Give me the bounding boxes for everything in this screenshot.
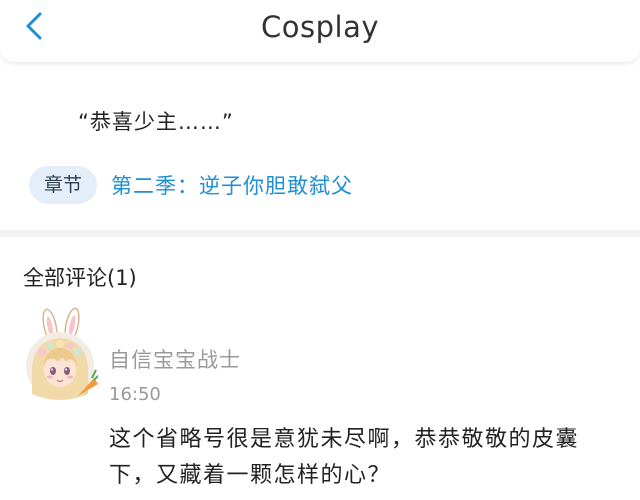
comments-header: 全部评论(1) [23,266,137,290]
top-nav-bar: Cosplay [0,0,640,63]
section-divider [0,230,640,237]
chapter-link[interactable]: 第二季：逆子你胆敢弑父 [111,170,353,200]
comment-body: 这个省略号很是意犹未尽啊，恭恭敬敬的皮囊下，又藏着一颗怎样的心？ [109,427,580,488]
avatar[interactable] [22,306,98,402]
anime-girl-avatar-icon [26,307,98,400]
excerpt-text: “恭喜少主……” [78,110,234,134]
page-title: Cosplay [261,10,379,44]
comment-username[interactable]: 自信宝宝战士 [109,344,241,374]
chapter-badge: 章节 [29,166,98,204]
comment-timestamp: 16:50 [109,384,161,405]
chapter-row: 章节 第二季：逆子你胆敢弑父 [29,166,353,204]
